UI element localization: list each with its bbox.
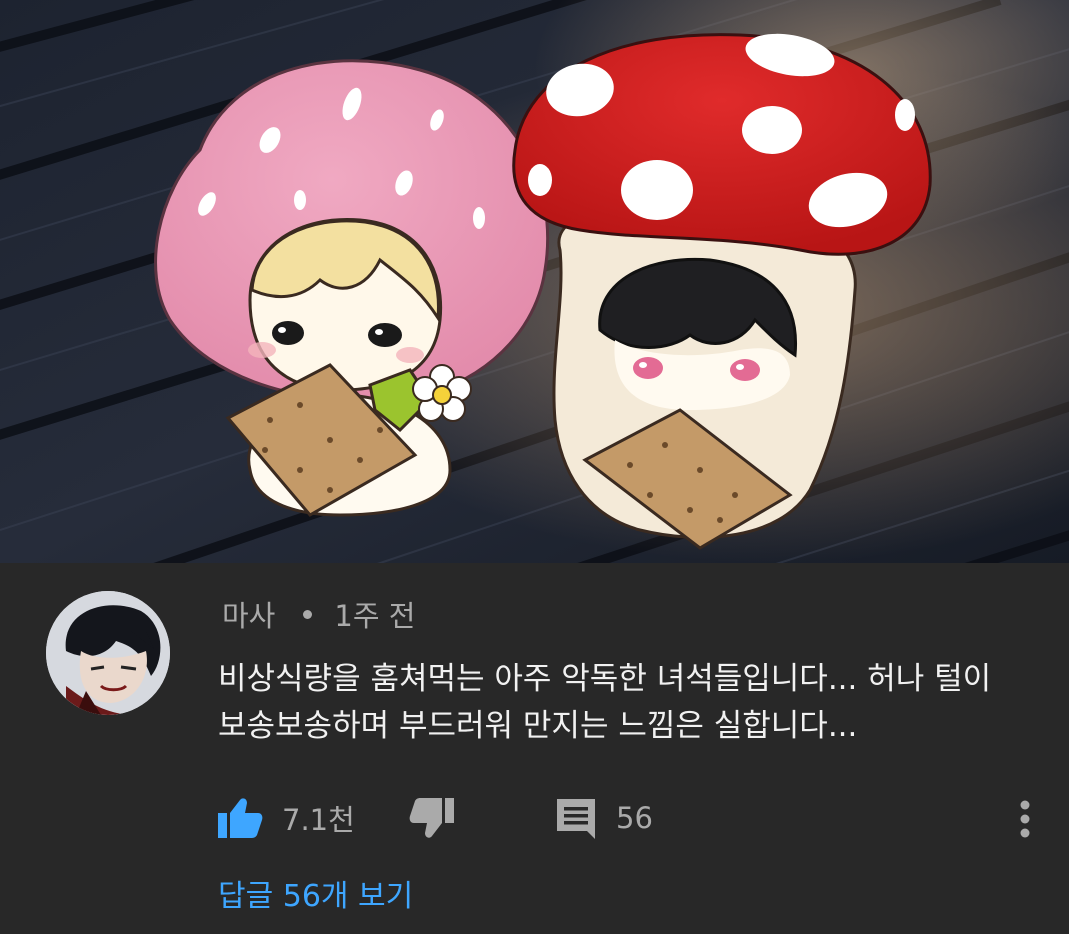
reply-count: 56	[616, 801, 653, 835]
comment-actions: 7.1천 56	[0, 790, 1069, 846]
thumbs-down-icon	[409, 798, 454, 838]
comment-line-1: 비상식량을 훔쳐먹는 아주 악독한 녀석들입니다... 허나 털이	[218, 661, 992, 697]
separator-dot	[303, 609, 313, 619]
more-vert-icon	[1020, 800, 1030, 838]
post-image[interactable]	[0, 0, 1069, 563]
illustration-graphic	[0, 0, 1069, 563]
view-replies-link[interactable]: 답글 56개 보기	[218, 870, 413, 916]
comment-meta: 마사 1주 전	[222, 594, 415, 634]
avatar-image	[46, 591, 170, 715]
avatar[interactable]	[46, 591, 170, 715]
comment-line-2: 보송보송하며 부드러워 만지는 느낌은 실합니다...	[218, 708, 858, 744]
author-name[interactable]: 마사	[222, 593, 275, 635]
thumbs-up-icon	[218, 798, 263, 838]
comment-time: 1주 전	[334, 599, 416, 633]
comment-screen: 마사 1주 전 비상식량을 훔쳐먹는 아주 악독한 녀석들입니다... 허나 털…	[0, 0, 1069, 934]
dislike-button[interactable]	[408, 790, 456, 846]
comment-icon	[557, 799, 595, 839]
more-options-button[interactable]	[1012, 790, 1038, 846]
reply-button[interactable]: 56	[554, 790, 653, 846]
like-count: 7.1천	[282, 803, 355, 837]
comment-text: 비상식량을 훔쳐먹는 아주 악독한 녀석들입니다... 허나 털이 보송보송하며…	[218, 656, 1038, 750]
like-button[interactable]: 7.1천	[216, 790, 355, 846]
